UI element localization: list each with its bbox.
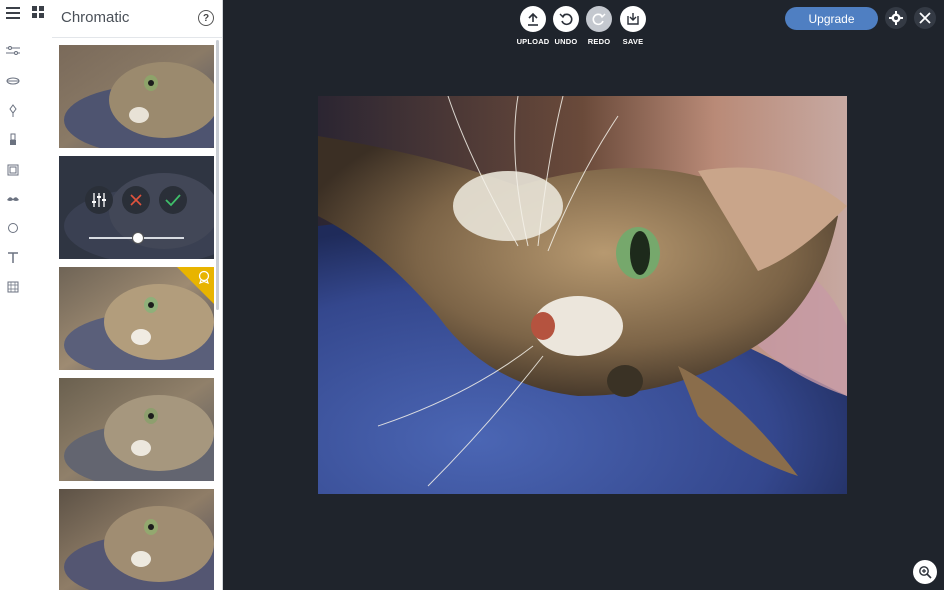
brush-icon[interactable] <box>3 130 23 150</box>
undo-icon <box>559 13 573 26</box>
save-button[interactable] <box>620 6 646 32</box>
tool-strip <box>0 0 27 590</box>
intensity-slider-handle[interactable] <box>131 232 144 244</box>
eye-icon[interactable] <box>3 71 23 91</box>
pin-icon[interactable] <box>3 101 23 121</box>
cancel-button[interactable] <box>122 186 150 214</box>
apply-button[interactable] <box>159 186 187 214</box>
redo-button[interactable] <box>586 6 612 32</box>
check-icon <box>165 194 181 207</box>
close-icon <box>919 12 931 24</box>
effect-thumbnail[interactable] <box>59 45 214 148</box>
effects-panel: Chromatic ? <box>52 0 223 590</box>
scrollbar[interactable] <box>216 40 219 310</box>
zoom-in-icon <box>919 566 932 579</box>
help-icon[interactable]: ? <box>198 10 214 26</box>
save-label: SAVE <box>622 37 644 46</box>
settings-button[interactable] <box>885 7 907 29</box>
upload-icon <box>528 12 538 26</box>
premium-effect-thumbnail[interactable] <box>59 267 214 370</box>
premium-badge-icon <box>197 270 211 289</box>
texture-icon[interactable] <box>3 277 23 297</box>
effect-thumbnail[interactable] <box>59 378 214 481</box>
panel-title: Chromatic <box>61 9 130 26</box>
undo-button[interactable] <box>553 6 579 32</box>
photo-canvas[interactable] <box>318 96 847 494</box>
close-button[interactable] <box>914 7 936 29</box>
adjust-sliders-icon <box>92 193 106 207</box>
adjust-button[interactable] <box>85 186 113 214</box>
menu-icon[interactable] <box>3 3 23 23</box>
effect-thumbnail[interactable] <box>59 489 214 590</box>
shape-icon[interactable] <box>3 218 23 238</box>
close-icon <box>130 194 142 206</box>
frame-icon[interactable] <box>3 160 23 180</box>
secondary-strip <box>26 0 53 590</box>
gear-icon <box>889 11 903 25</box>
text-icon[interactable] <box>3 248 23 268</box>
active-effect-thumbnail[interactable] <box>59 156 214 259</box>
upgrade-button[interactable]: Upgrade <box>785 7 878 30</box>
upload-button[interactable] <box>520 6 546 32</box>
sliders-icon[interactable] <box>3 41 23 61</box>
save-icon <box>627 13 639 25</box>
grid-icon[interactable] <box>32 6 45 24</box>
mustache-icon[interactable] <box>3 189 23 209</box>
zoom-button[interactable] <box>913 560 937 584</box>
redo-icon <box>592 13 606 26</box>
divider <box>52 37 222 38</box>
